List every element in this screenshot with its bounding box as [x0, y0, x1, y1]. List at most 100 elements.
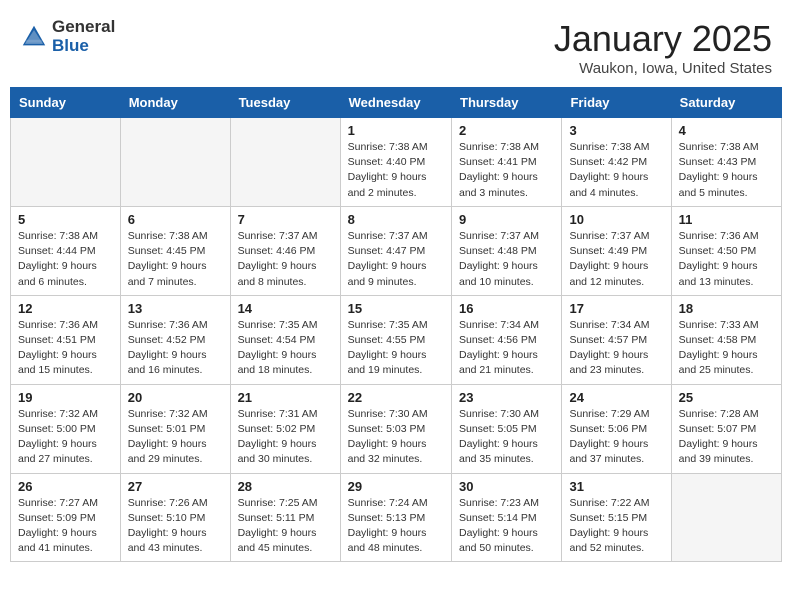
- day-number: 17: [569, 301, 663, 316]
- day-number: 31: [569, 479, 663, 494]
- calendar-body: 1 Sunrise: 7:38 AMSunset: 4:40 PMDaylight…: [11, 118, 782, 562]
- logo-blue: Blue: [52, 37, 115, 56]
- calendar-cell: 16 Sunrise: 7:34 AMSunset: 4:56 PMDayligh…: [452, 295, 562, 384]
- day-info: Sunrise: 7:26 AMSunset: 5:10 PMDaylight:…: [128, 496, 223, 557]
- calendar-cell: 29Sunrise: 7:24 AMSunset: 5:13 PMDayligh…: [340, 473, 451, 562]
- logo-general: General: [52, 18, 115, 37]
- calendar-cell: 18Sunrise: 7:33 AMSunset: 4:58 PMDayligh…: [671, 295, 781, 384]
- calendar-cell: 14Sunrise: 7:35 AMSunset: 4:54 PMDayligh…: [230, 295, 340, 384]
- day-number: 5: [18, 212, 113, 227]
- day-number: 16: [459, 301, 554, 316]
- calendar-cell: 25Sunrise: 7:28 AMSunset: 5:07 PMDayligh…: [671, 384, 781, 473]
- day-info: Sunrise: 7:38 AMSunset: 4:42 PMDaylight:…: [569, 140, 663, 201]
- calendar-header: Sunday Monday Tuesday Wednesday Thursday…: [11, 88, 782, 118]
- location: Waukon, Iowa, United States: [554, 60, 772, 77]
- day-info: Sunrise: 7:37 AMSunset: 4:47 PMDaylight:…: [348, 229, 444, 290]
- logo-icon: [20, 23, 48, 51]
- day-info: Sunrise: 7:25 AMSunset: 5:11 PMDaylight:…: [238, 496, 333, 557]
- day-info: Sunrise: 7:36 AMSunset: 4:50 PMDaylight:…: [679, 229, 774, 290]
- calendar-cell: 19Sunrise: 7:32 AMSunset: 5:00 PMDayligh…: [11, 384, 121, 473]
- day-info: Sunrise: 7:38 AMSunset: 4:40 PMDaylight:…: [348, 140, 444, 201]
- col-tuesday: Tuesday: [230, 88, 340, 118]
- day-info: Sunrise: 7:35 AMSunset: 4:55 PMDaylight:…: [348, 318, 444, 379]
- day-number: 1: [348, 123, 444, 138]
- day-number: 30: [459, 479, 554, 494]
- calendar-cell: 10Sunrise: 7:37 AMSunset: 4:49 PMDayligh…: [562, 206, 671, 295]
- day-number: 2: [459, 123, 554, 138]
- day-number: 10: [569, 212, 663, 227]
- day-info: Sunrise: 7:30 AMSunset: 5:05 PMDaylight:…: [459, 407, 554, 468]
- calendar-cell: 22 Sunrise: 7:30 AMSunset: 5:03 PMDayligh…: [340, 384, 451, 473]
- day-number: 9: [459, 212, 554, 227]
- day-info: Sunrise: 7:30 AMSunset: 5:03 PMDaylight:…: [348, 407, 444, 468]
- calendar-cell: 30 Sunrise: 7:23 AMSunset: 5:14 PMDayligh…: [452, 473, 562, 562]
- week-row: 5Sunrise: 7:38 AMSunset: 4:44 PMDaylight…: [11, 206, 782, 295]
- day-info: Sunrise: 7:37 AMSunset: 4:48 PMDaylight:…: [459, 229, 554, 290]
- col-sunday: Sunday: [11, 88, 121, 118]
- day-number: 4: [679, 123, 774, 138]
- calendar-cell: [671, 473, 781, 562]
- calendar-cell: 17 Sunrise: 7:34 AMSunset: 4:57 PMDayligh…: [562, 295, 671, 384]
- calendar-cell: 24 Sunrise: 7:29 AMSunset: 5:06 PMDayligh…: [562, 384, 671, 473]
- col-monday: Monday: [120, 88, 230, 118]
- day-number: 11: [679, 212, 774, 227]
- title-block: January 2025 Waukon, Iowa, United States: [554, 18, 772, 77]
- calendar-cell: 26Sunrise: 7:27 AMSunset: 5:09 PMDayligh…: [11, 473, 121, 562]
- day-number: 19: [18, 390, 113, 405]
- day-number: 3: [569, 123, 663, 138]
- day-number: 14: [238, 301, 333, 316]
- day-info: Sunrise: 7:29 AMSunset: 5:06 PMDaylight:…: [569, 407, 663, 468]
- day-info: Sunrise: 7:34 AMSunset: 4:57 PMDaylight:…: [569, 318, 663, 379]
- calendar-cell: 13Sunrise: 7:36 AMSunset: 4:52 PMDayligh…: [120, 295, 230, 384]
- calendar-cell: [120, 118, 230, 207]
- day-number: 24: [569, 390, 663, 405]
- day-number: 12: [18, 301, 113, 316]
- day-number: 15: [348, 301, 444, 316]
- calendar-cell: [11, 118, 121, 207]
- col-thursday: Thursday: [452, 88, 562, 118]
- calendar-cell: 11 Sunrise: 7:36 AMSunset: 4:50 PMDayligh…: [671, 206, 781, 295]
- calendar-cell: 3 Sunrise: 7:38 AMSunset: 4:42 PMDaylight…: [562, 118, 671, 207]
- day-info: Sunrise: 7:31 AMSunset: 5:02 PMDaylight:…: [238, 407, 333, 468]
- month-title: January 2025: [554, 18, 772, 60]
- week-row: 12Sunrise: 7:36 AMSunset: 4:51 PMDayligh…: [11, 295, 782, 384]
- day-info: Sunrise: 7:37 AMSunset: 4:46 PMDaylight:…: [238, 229, 333, 290]
- header-row: Sunday Monday Tuesday Wednesday Thursday…: [11, 88, 782, 118]
- week-row: 26Sunrise: 7:27 AMSunset: 5:09 PMDayligh…: [11, 473, 782, 562]
- day-info: Sunrise: 7:34 AMSunset: 4:56 PMDaylight:…: [459, 318, 554, 379]
- col-wednesday: Wednesday: [340, 88, 451, 118]
- calendar-cell: 12Sunrise: 7:36 AMSunset: 4:51 PMDayligh…: [11, 295, 121, 384]
- calendar-cell: 28 Sunrise: 7:25 AMSunset: 5:11 PMDayligh…: [230, 473, 340, 562]
- calendar-cell: 4Sunrise: 7:38 AMSunset: 4:43 PMDaylight…: [671, 118, 781, 207]
- day-number: 21: [238, 390, 333, 405]
- day-number: 29: [348, 479, 444, 494]
- day-info: Sunrise: 7:32 AMSunset: 5:01 PMDaylight:…: [128, 407, 223, 468]
- calendar-cell: 2 Sunrise: 7:38 AMSunset: 4:41 PMDaylight…: [452, 118, 562, 207]
- day-number: 23: [459, 390, 554, 405]
- day-info: Sunrise: 7:23 AMSunset: 5:14 PMDaylight:…: [459, 496, 554, 557]
- day-number: 7: [238, 212, 333, 227]
- day-number: 18: [679, 301, 774, 316]
- calendar-cell: 21 Sunrise: 7:31 AMSunset: 5:02 PMDayligh…: [230, 384, 340, 473]
- day-number: 20: [128, 390, 223, 405]
- calendar-cell: 23 Sunrise: 7:30 AMSunset: 5:05 PMDayligh…: [452, 384, 562, 473]
- day-number: 28: [238, 479, 333, 494]
- day-info: Sunrise: 7:22 AMSunset: 5:15 PMDaylight:…: [569, 496, 663, 557]
- calendar-cell: 9 Sunrise: 7:37 AMSunset: 4:48 PMDaylight…: [452, 206, 562, 295]
- calendar-table: Sunday Monday Tuesday Wednesday Thursday…: [10, 87, 782, 562]
- week-row: 19Sunrise: 7:32 AMSunset: 5:00 PMDayligh…: [11, 384, 782, 473]
- day-number: 27: [128, 479, 223, 494]
- calendar-cell: 6Sunrise: 7:38 AMSunset: 4:45 PMDaylight…: [120, 206, 230, 295]
- logo-text: General Blue: [52, 18, 115, 55]
- header: General Blue January 2025 Waukon, Iowa, …: [0, 0, 792, 87]
- day-number: 22: [348, 390, 444, 405]
- calendar-wrapper: Sunday Monday Tuesday Wednesday Thursday…: [0, 87, 792, 572]
- col-saturday: Saturday: [671, 88, 781, 118]
- day-info: Sunrise: 7:28 AMSunset: 5:07 PMDaylight:…: [679, 407, 774, 468]
- calendar-cell: 5Sunrise: 7:38 AMSunset: 4:44 PMDaylight…: [11, 206, 121, 295]
- day-info: Sunrise: 7:27 AMSunset: 5:09 PMDaylight:…: [18, 496, 113, 557]
- day-info: Sunrise: 7:38 AMSunset: 4:41 PMDaylight:…: [459, 140, 554, 201]
- calendar-cell: 27 Sunrise: 7:26 AMSunset: 5:10 PMDayligh…: [120, 473, 230, 562]
- calendar-cell: [230, 118, 340, 207]
- calendar-cell: 7 Sunrise: 7:37 AMSunset: 4:46 PMDaylight…: [230, 206, 340, 295]
